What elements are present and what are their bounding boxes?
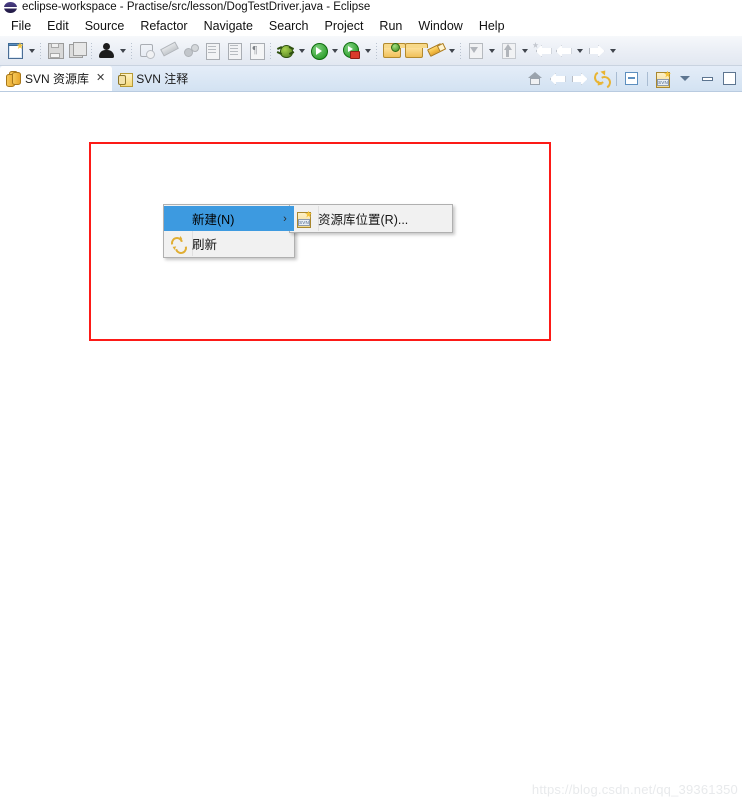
- debug-dropdown-arrow[interactable]: [296, 40, 307, 62]
- menu-file[interactable]: File: [3, 16, 39, 36]
- menu-window[interactable]: Window: [410, 16, 470, 36]
- pencil-icon[interactable]: [157, 40, 179, 62]
- run-coverage-dropdown-arrow[interactable]: [362, 40, 373, 62]
- menu-navigate[interactable]: Navigate: [196, 16, 261, 36]
- window-title: eclipse-workspace - Practise/src/lesson/…: [22, 1, 371, 13]
- eclipse-icon: [4, 1, 17, 14]
- collapse-all-icon[interactable]: [621, 68, 643, 90]
- view-toolbar-separator: [616, 71, 617, 86]
- next-annotation-icon[interactable]: [464, 40, 486, 62]
- run-icon[interactable]: [307, 40, 329, 62]
- view-tab-bar: SVN 资源库 ✕ SVN 注释 SVN: [0, 66, 742, 92]
- run-coverage-icon[interactable]: [340, 40, 362, 62]
- save-all-icon[interactable]: [66, 40, 88, 62]
- toggle-mark-occurrences-icon[interactable]: [135, 40, 157, 62]
- marker-icon[interactable]: [424, 40, 446, 62]
- forward-arrow-icon[interactable]: [568, 68, 590, 90]
- view-toolbar-separator: [647, 71, 648, 86]
- save-icon[interactable]: [44, 40, 66, 62]
- back-dropdown-arrow[interactable]: [574, 40, 585, 62]
- open-folder-icon[interactable]: [402, 40, 428, 62]
- toolbar-separator: [37, 40, 44, 62]
- toolbar-separator: [128, 40, 135, 62]
- watermark: https://blog.csdn.net/qq_39361350: [531, 782, 738, 797]
- menu-edit[interactable]: Edit: [39, 16, 77, 36]
- view-menu-chevron-icon[interactable]: [674, 68, 696, 90]
- link-icon[interactable]: [179, 40, 201, 62]
- menu-refactor[interactable]: Refactor: [132, 16, 195, 36]
- main-toolbar: ¶: [0, 36, 742, 66]
- forward-dropdown-arrow[interactable]: [607, 40, 618, 62]
- maximize-icon[interactable]: [718, 68, 740, 90]
- new-file-icon[interactable]: [4, 40, 26, 62]
- new-repository-location-icon: SVN: [290, 210, 318, 228]
- tab-bar-spacer: [195, 66, 524, 91]
- menu-bar: File Edit Source Refactor Navigate Searc…: [0, 15, 742, 36]
- menu-help[interactable]: Help: [471, 16, 513, 36]
- refresh-icon[interactable]: [590, 68, 612, 91]
- refresh-icon: [164, 234, 192, 256]
- context-menu-item-new-label: 新建(N): [192, 213, 235, 227]
- tab-close-icon[interactable]: ✕: [96, 73, 105, 84]
- context-menu-item-new[interactable]: 新建(N) ›: [164, 206, 294, 231]
- annotation-highlight-rect: [89, 142, 551, 341]
- svn-repository-icon: [6, 71, 21, 87]
- previous-annotation-dropdown-arrow[interactable]: [519, 40, 530, 62]
- user-profile-icon[interactable]: [95, 40, 117, 62]
- back-arrow-icon[interactable]: [546, 68, 568, 90]
- svn-annotate-icon: [118, 72, 134, 87]
- document-lines-icon[interactable]: [223, 40, 245, 62]
- menu-source[interactable]: Source: [77, 16, 133, 36]
- context-menu-item-refresh[interactable]: 刷新: [164, 231, 294, 256]
- forward-icon[interactable]: [585, 40, 607, 62]
- next-annotation-dropdown-arrow[interactable]: [486, 40, 497, 62]
- run-dropdown-arrow[interactable]: [329, 40, 340, 62]
- open-folder-green-icon[interactable]: [380, 40, 406, 62]
- minimize-icon[interactable]: [696, 68, 718, 90]
- view-toolbar: SVN: [524, 66, 742, 91]
- title-bar: eclipse-workspace - Practise/src/lesson/…: [0, 0, 742, 15]
- menu-search[interactable]: Search: [261, 16, 317, 36]
- submenu-item-repository-location-label: 资源库位置(R)...: [318, 213, 409, 227]
- context-submenu: SVN 资源库位置(R)...: [289, 204, 453, 233]
- tab-svn-repository[interactable]: SVN 资源库 ✕: [0, 66, 113, 91]
- toolbar-separator: [267, 40, 274, 62]
- debug-icon[interactable]: [274, 40, 296, 62]
- toolbar-separator: [88, 40, 95, 62]
- tab-svn-annotate[interactable]: SVN 注释: [112, 66, 195, 91]
- context-menu-item-refresh-label: 刷新: [192, 238, 218, 252]
- new-file-dropdown-arrow[interactable]: [26, 40, 37, 62]
- tab-svn-annotate-label: SVN 注释: [136, 72, 189, 86]
- previous-annotation-icon[interactable]: [497, 40, 519, 62]
- pilcrow-icon[interactable]: ¶: [245, 40, 267, 62]
- back-icon[interactable]: [552, 40, 574, 62]
- submenu-item-repository-location[interactable]: SVN 资源库位置(R)...: [290, 206, 452, 231]
- document-export-icon[interactable]: [201, 40, 223, 62]
- menu-project[interactable]: Project: [317, 16, 372, 36]
- new-repository-location-icon[interactable]: SVN: [652, 68, 674, 90]
- tab-svn-repository-label: SVN 资源库: [25, 72, 90, 86]
- back-history-icon[interactable]: [530, 40, 552, 62]
- user-profile-dropdown-arrow[interactable]: [117, 40, 128, 62]
- menu-run[interactable]: Run: [371, 16, 410, 36]
- toolbar-separator: [373, 40, 380, 62]
- context-menu: 新建(N) › 刷新: [163, 204, 295, 258]
- toolbar-separator: [457, 40, 464, 62]
- marker-dropdown-arrow[interactable]: [446, 40, 457, 62]
- home-icon[interactable]: [524, 68, 546, 90]
